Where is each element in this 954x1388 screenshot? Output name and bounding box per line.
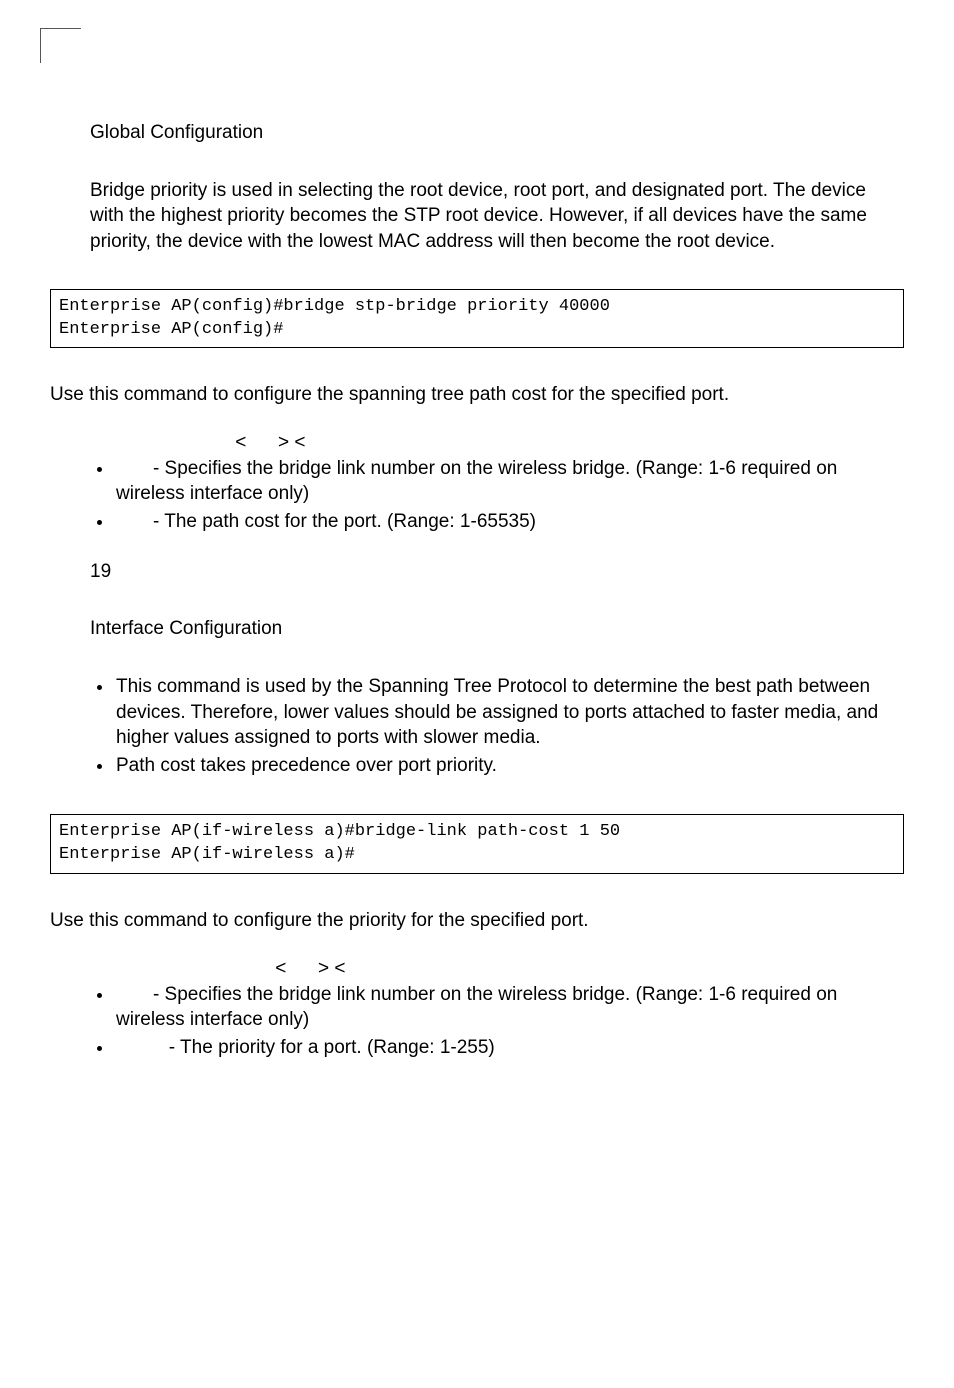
pathcost-bullet-cost: - The path cost for the port. (Range: 1-… — [114, 509, 894, 535]
priority-syntax-list: - Specifies the bridge link number on th… — [114, 982, 894, 1061]
pathcost-default: 19 — [90, 559, 894, 585]
code-block-top: Enterprise AP(config)#bridge stp-bridge … — [50, 289, 904, 349]
pathcost-notes-list: This command is used by the Spanning Tre… — [114, 674, 894, 779]
code-block-pathcost: Enterprise AP(if-wireless a)#bridge-link… — [50, 814, 904, 874]
pathcost-syntax: < > < — [230, 430, 894, 456]
pathcost-note-1: This command is used by the Spanning Tre… — [114, 674, 894, 751]
corner-mark — [40, 28, 81, 63]
priority-bullet-priority: - The priority for a port. (Range: 1-255… — [114, 1035, 894, 1061]
priority-intro: Use this command to configure the priori… — [50, 908, 904, 934]
pathcost-note-2: Path cost takes precedence over port pri… — [114, 753, 894, 779]
pathcost-syntax-list: - Specifies the bridge link number on th… — [114, 456, 894, 535]
priority-syntax: < > < — [270, 956, 894, 982]
priority-bullet-index: - Specifies the bridge link number on th… — [114, 982, 894, 1033]
description-top: Bridge priority is used in selecting the… — [90, 178, 894, 255]
pathcost-bullet-index: - Specifies the bridge link number on th… — [114, 456, 894, 507]
pathcost-command-mode: Interface Configuration — [90, 616, 894, 642]
pathcost-intro: Use this command to configure the spanni… — [50, 382, 904, 408]
command-mode-top: Global Configuration — [90, 120, 894, 146]
